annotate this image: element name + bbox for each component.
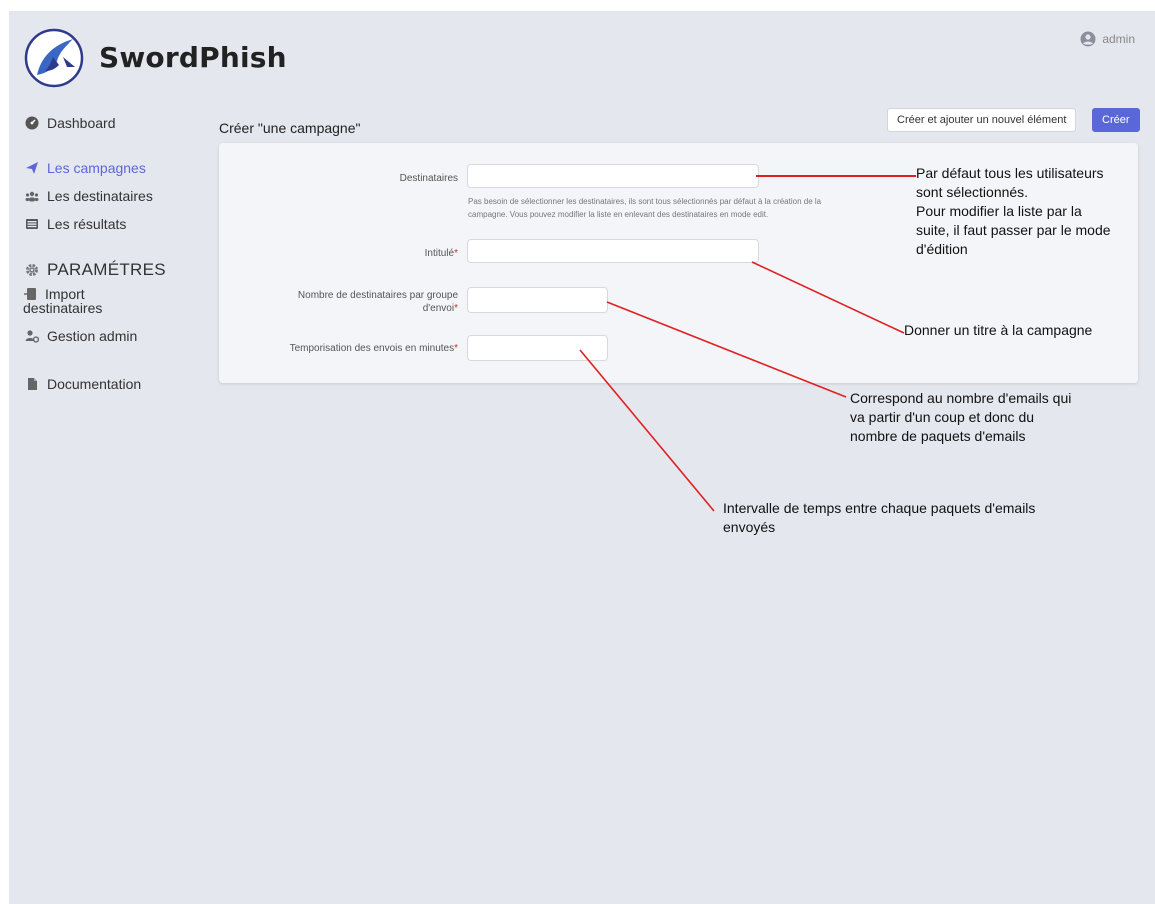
section-label: PARAMÉTRES xyxy=(47,260,166,279)
sidebar-item-label: Les campagnes xyxy=(47,160,146,176)
gauge-icon xyxy=(25,116,39,130)
gear-icon xyxy=(25,263,39,277)
delay-label-text: Temporisation des envois en minutes xyxy=(289,343,455,354)
table-list-icon xyxy=(25,217,39,231)
annotation-line-text: d'édition xyxy=(916,241,968,257)
delay-label: Temporisation des envois en minutes* xyxy=(290,342,458,355)
sidebar-item-admin-management[interactable]: Gestion admin xyxy=(25,328,137,344)
user-circle-icon xyxy=(1080,31,1096,47)
sidebar-item-documentation[interactable]: Documentation xyxy=(25,376,141,392)
annotation-recipients: Par défaut tous les utilisateurs sont sé… xyxy=(916,164,1111,259)
required-mark: * xyxy=(454,303,458,314)
sidebar-item-label: Gestion admin xyxy=(47,328,138,344)
file-import-icon xyxy=(23,287,37,301)
app-frame: SwordPhish admin Dashboard Les campagnes… xyxy=(9,11,1155,904)
user-cog-icon xyxy=(25,329,39,343)
sidebar-item-label-line2: destinataires xyxy=(23,300,103,316)
annotation-line-text: Donner un titre à la campagne xyxy=(904,322,1093,338)
sidebar-section-settings: PARAMÉTRES xyxy=(25,260,166,280)
annotation-line-text: nombre de paquets d'emails xyxy=(850,428,1026,444)
recipients-select[interactable] xyxy=(467,164,759,188)
required-mark: * xyxy=(454,248,458,259)
annotation-line-text: va partir d'un coup et donc du xyxy=(850,409,1035,425)
recipients-help-text: Pas besoin de sélectionner les destinata… xyxy=(468,195,918,221)
sidebar-item-import-recipients[interactable]: Import destinataires xyxy=(23,287,102,315)
create-button[interactable]: Créer xyxy=(1092,108,1140,132)
annotation-line-text: sont sélectionnés. xyxy=(916,184,1029,200)
annotation-line-text: Intervalle de temps entre chaque paquets… xyxy=(723,500,1036,516)
annotation-group-size: Correspond au nombre d'emails qui va par… xyxy=(850,389,1071,446)
swordfish-logo-icon xyxy=(24,28,84,88)
document-icon xyxy=(25,377,39,391)
title-input[interactable] xyxy=(467,239,759,263)
recipients-label: Destinataires xyxy=(400,172,458,185)
sidebar-item-campaigns[interactable]: Les campagnes xyxy=(25,160,146,176)
create-and-add-button[interactable]: Créer et ajouter un nouvel élément xyxy=(887,108,1077,132)
users-icon xyxy=(25,189,39,203)
sidebar-item-label: Les résultats xyxy=(47,216,127,232)
annotation-line-text: Correspond au nombre d'emails qui xyxy=(850,390,1072,406)
group-size-label: Nombre de destinataires par groupe d'env… xyxy=(298,289,458,315)
delay-input[interactable] xyxy=(467,335,608,361)
sidebar-item-dashboard[interactable]: Dashboard xyxy=(25,115,116,131)
sidebar-item-results[interactable]: Les résultats xyxy=(25,216,126,232)
required-mark: * xyxy=(454,343,458,354)
user-name: admin xyxy=(1102,32,1135,46)
help-line-1: Pas besoin de sélectionner les destinata… xyxy=(468,197,822,206)
annotation-delay: Intervalle de temps entre chaque paquets… xyxy=(723,499,1035,537)
group-size-label-line2: d'envoi xyxy=(422,303,455,314)
help-line-2: campagne. Vous pouvez modifier la liste … xyxy=(468,210,769,219)
brand-name: SwordPhish xyxy=(99,41,287,74)
sidebar-item-label: Documentation xyxy=(47,376,142,392)
annotation-line-text: Pour modifier la liste par la xyxy=(916,203,1082,219)
group-size-input[interactable] xyxy=(467,287,608,313)
annotation-line-text: envoyés xyxy=(723,519,776,535)
annotation-title: Donner un titre à la campagne xyxy=(904,321,1092,340)
paper-plane-icon xyxy=(25,161,39,175)
title-label: Intitulé* xyxy=(425,247,458,260)
sidebar-item-label: Les destinataires xyxy=(47,188,153,204)
annotation-line-text: Par défaut tous les utilisateurs xyxy=(916,165,1104,181)
user-menu[interactable]: admin xyxy=(1080,31,1135,47)
sidebar-item-label-line1: Import xyxy=(45,286,85,302)
title-label-text: Intitulé xyxy=(424,248,455,259)
sidebar-item-label: Dashboard xyxy=(47,115,116,131)
annotation-line-text: suite, il faut passer par le mode xyxy=(916,222,1111,238)
page-title: Créer "une campagne" xyxy=(219,120,361,136)
group-size-label-line1: Nombre de destinataires par groupe xyxy=(297,290,458,301)
sidebar-item-recipients[interactable]: Les destinataires xyxy=(25,188,153,204)
recipients-label-text: Destinataires xyxy=(399,173,458,184)
